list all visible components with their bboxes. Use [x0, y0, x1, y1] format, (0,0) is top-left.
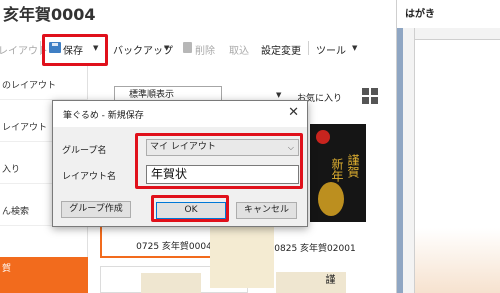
thumbnail-text: 謹 — [323, 274, 334, 284]
close-icon[interactable]: ✕ — [288, 105, 299, 121]
app-title: 亥年賀0004 — [3, 5, 96, 24]
preview-title: はがき — [405, 9, 435, 20]
grid-view-icon[interactable] — [362, 88, 378, 104]
cancel-button[interactable]: キャンセル — [236, 202, 297, 219]
delete-button[interactable]: 削除 — [195, 42, 215, 57]
thumbnail-text: 謹賀 — [346, 154, 360, 178]
toolbar-divider — [40, 41, 41, 55]
tools-dropdown-icon[interactable]: ▼ — [352, 44, 357, 52]
horizontal-ruler — [415, 28, 500, 40]
layout-name-label: レイアウト名 — [62, 172, 117, 182]
vertical-ruler — [403, 28, 415, 293]
sidebar-item-active[interactable]: 賀 — [0, 257, 88, 293]
settings-button[interactable]: 設定変更 — [261, 42, 301, 57]
chevron-down-icon[interactable]: ▼ — [276, 91, 281, 99]
dialog-header: 筆ぐるめ - 新規保存 ✕ — [53, 101, 307, 127]
thumbnail-text: 新年 — [330, 158, 344, 182]
tools-button[interactable]: ツール — [316, 42, 346, 57]
ok-highlight-box — [151, 195, 229, 222]
backup-dropdown-icon[interactable]: ▼ — [164, 44, 169, 52]
trash-icon — [183, 42, 192, 53]
fields-highlight-box — [135, 133, 303, 189]
create-group-button[interactable]: グループ作成 — [61, 201, 131, 218]
postcard-design — [415, 228, 500, 293]
save-highlight-box — [42, 34, 108, 66]
dialog-title: 筆ぐるめ - 新規保存 — [63, 111, 144, 121]
toolbar-divider — [308, 41, 309, 55]
sidebar-active-label: 賀 — [2, 264, 12, 274]
sidebar-item-layouts[interactable]: のレイアウト — [0, 72, 88, 100]
card-thumbnail: 謹 — [276, 272, 346, 293]
card-thumbnail — [141, 273, 201, 293]
retrieve-button[interactable]: 取込 — [229, 42, 249, 57]
title-bar: 亥年賀0004 — [0, 0, 396, 24]
card-thumbnail: 謹賀 新年 — [310, 124, 366, 222]
group-name-label: グループ名 — [62, 146, 107, 156]
